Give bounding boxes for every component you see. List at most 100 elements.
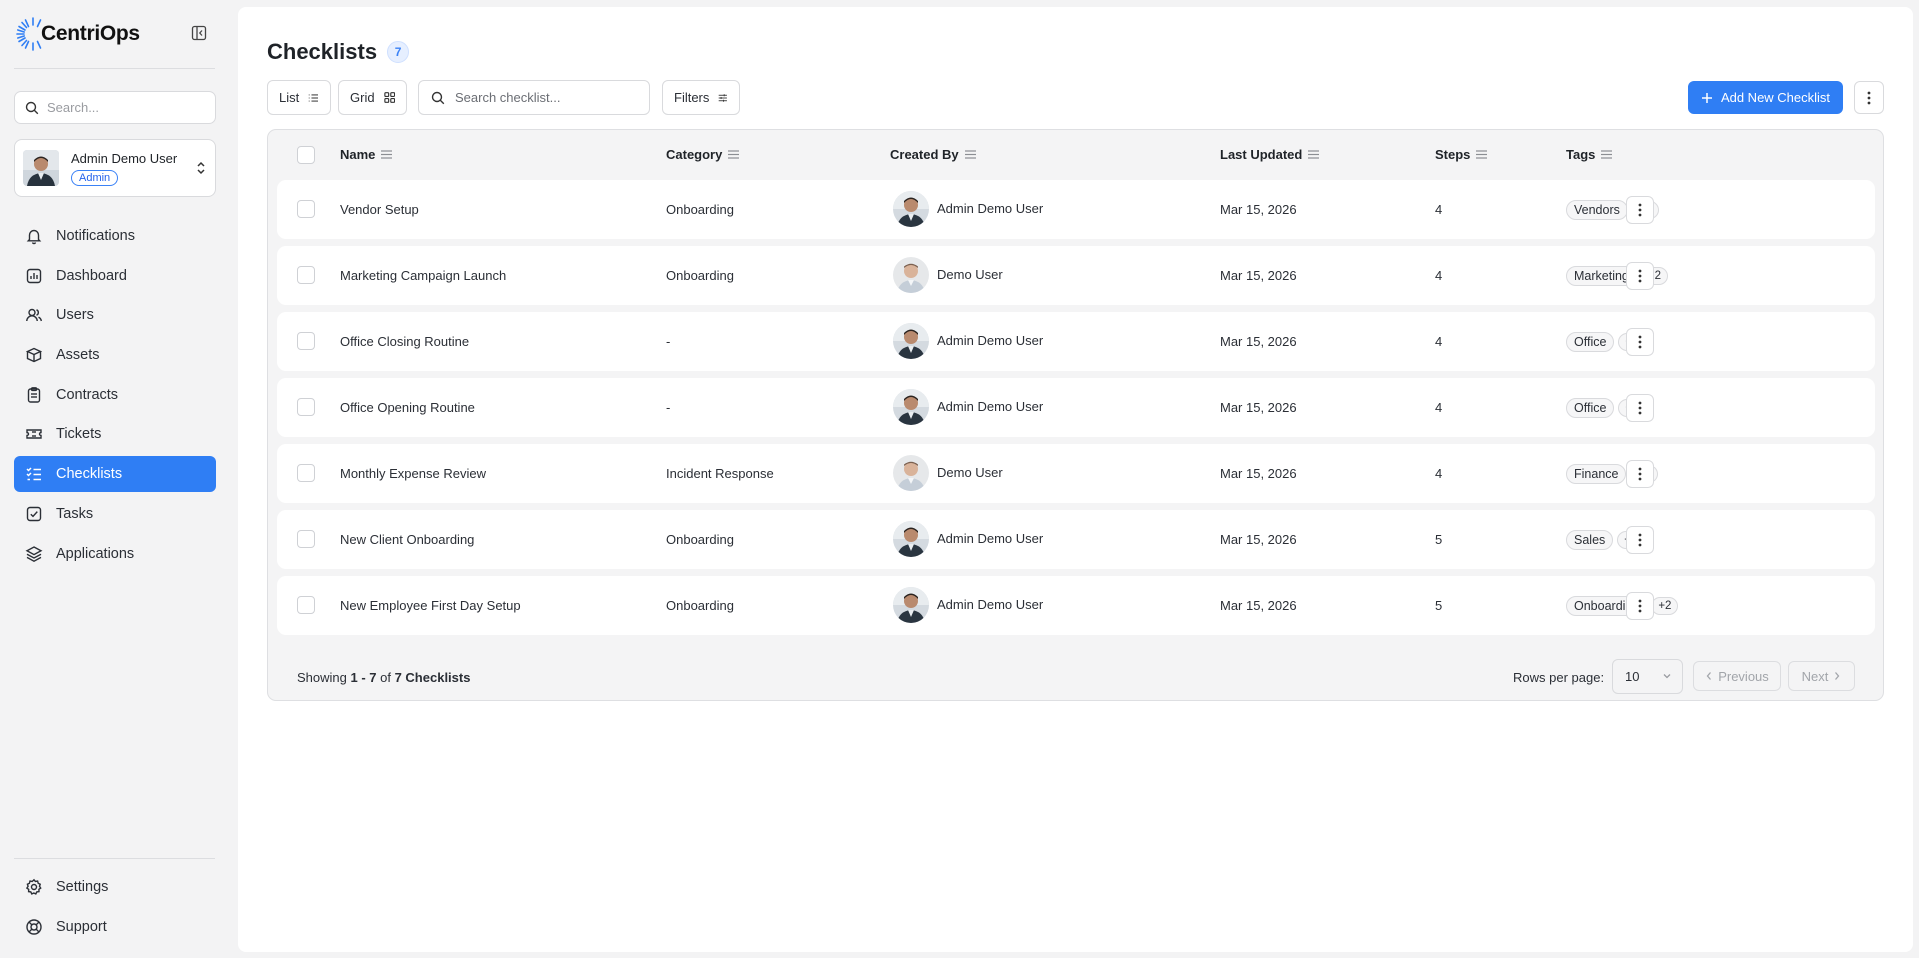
sidebar-item-label: Tickets (56, 426, 102, 443)
page-more-options-button[interactable] (1854, 81, 1884, 114)
sidebar-item-contracts[interactable]: Contracts (14, 377, 216, 413)
sidebar-item-notifications[interactable]: Notifications (14, 218, 216, 254)
row-more-options-button[interactable] (1626, 196, 1654, 224)
chart-icon (26, 268, 42, 283)
sidebar-collapse-button[interactable] (190, 24, 208, 42)
user-switcher[interactable]: Admin Demo User Admin (14, 139, 216, 197)
column-header-category[interactable]: Category (666, 147, 740, 162)
sidebar-item-dashboard[interactable]: Dashboard (14, 258, 216, 294)
sidebar-item-applications[interactable]: Applications (14, 536, 216, 572)
row-more-options-button[interactable] (1626, 394, 1654, 422)
rows-per-page-select[interactable]: 10 (1612, 659, 1683, 694)
sidebar-item-label: Notifications (56, 228, 135, 244)
cell-last-updated: Mar 15, 2026 (1220, 400, 1297, 415)
users-icon (26, 309, 42, 322)
row-checkbox[interactable] (297, 332, 315, 350)
column-header-last-updated[interactable]: Last Updated (1220, 147, 1320, 162)
more-vertical-icon (1638, 335, 1642, 349)
plus-icon (1701, 92, 1712, 103)
table-row[interactable]: Marketing Campaign Launch Onboarding Demo … (277, 246, 1875, 305)
checklist-search[interactable] (418, 80, 650, 115)
menu-lines-icon[interactable] (1601, 150, 1613, 159)
more-vertical-icon (1638, 599, 1642, 613)
sidebar-item-support[interactable]: Support (14, 909, 216, 945)
view-list-button[interactable]: List (267, 80, 331, 115)
creator-avatar (893, 586, 929, 623)
cell-last-updated: Mar 15, 2026 (1220, 202, 1297, 217)
sidebar-bottom-nav: Settings Support (14, 869, 216, 948)
cell-name[interactable]: Office Opening Routine (340, 378, 475, 437)
grid-icon (383, 92, 395, 103)
sidebar-item-tickets[interactable]: Tickets (14, 416, 216, 452)
row-checkbox[interactable] (297, 464, 315, 482)
add-new-checklist-button[interactable]: Add New Checklist (1688, 81, 1843, 114)
checklist-search-input[interactable] (455, 90, 635, 105)
row-more-options-button[interactable] (1626, 328, 1654, 356)
user-avatar (23, 150, 59, 186)
sliders-icon (719, 93, 728, 102)
cell-name[interactable]: Office Closing Routine (340, 312, 469, 371)
sidebar-item-tasks[interactable]: Tasks (14, 496, 216, 532)
checklist-count-badge: 7 (387, 41, 410, 63)
cell-name[interactable]: Marketing Campaign Launch (340, 246, 506, 305)
cell-name[interactable]: Vendor Setup (340, 180, 419, 239)
previous-page-button[interactable]: Previous (1693, 661, 1781, 691)
table-row[interactable]: Monthly Expense Review Incident Response D… (277, 444, 1875, 503)
column-header-steps[interactable]: Steps (1435, 147, 1488, 162)
view-list-label: List (279, 90, 300, 105)
summary-range: 1 - 7 (350, 670, 377, 685)
sidebar-search[interactable] (14, 91, 216, 124)
cell-name[interactable]: New Client Onboarding (340, 510, 474, 569)
row-checkbox[interactable] (297, 266, 315, 284)
sidebar-divider-top (14, 68, 215, 69)
view-grid-button[interactable]: Grid (338, 80, 407, 115)
lifebuoy-icon (26, 918, 42, 935)
search-icon (431, 91, 445, 104)
sidebar-item-label: Settings (56, 879, 109, 895)
row-more-options-button[interactable] (1626, 460, 1654, 488)
row-checkbox[interactable] (297, 200, 315, 218)
more-vertical-icon (1638, 533, 1642, 547)
sidebar-item-checklists[interactable]: Checklists (14, 456, 216, 493)
row-more-options-button[interactable] (1626, 526, 1654, 554)
menu-lines-icon[interactable] (381, 150, 393, 159)
sidebar-item-users[interactable]: Users (14, 297, 216, 333)
menu-lines-icon[interactable] (1308, 150, 1320, 159)
menu-lines-icon[interactable] (728, 150, 740, 159)
table-row[interactable]: Office Opening Routine - Admin Demo User Ma… (277, 378, 1875, 437)
filters-button[interactable]: Filters (662, 80, 740, 115)
sidebar-search-input[interactable] (47, 100, 197, 115)
table-row[interactable]: Vendor Setup Onboarding Admin Demo User Mar… (277, 180, 1875, 239)
sidebar-item-assets[interactable]: Assets (14, 337, 216, 373)
column-label: Created By (890, 147, 959, 162)
sidebar-item-settings[interactable]: Settings (14, 869, 216, 905)
tag-more-badge[interactable]: +2 (1651, 596, 1679, 615)
cell-name[interactable]: New Employee First Day Setup (340, 576, 521, 635)
bell-icon (26, 229, 42, 245)
table-row[interactable]: New Client Onboarding Onboarding Admin Dem… (277, 510, 1875, 569)
menu-lines-icon[interactable] (964, 150, 976, 159)
column-header-created-by[interactable]: Created By (890, 147, 976, 162)
more-vertical-icon (1638, 269, 1642, 283)
cell-last-updated: Mar 15, 2026 (1220, 268, 1297, 283)
row-checkbox[interactable] (297, 596, 315, 614)
row-checkbox[interactable] (297, 398, 315, 416)
select-all-checkbox[interactable] (297, 146, 315, 164)
column-label: Category (666, 147, 723, 162)
row-more-options-button[interactable] (1626, 592, 1654, 620)
sidebar-item-label: Users (56, 307, 94, 324)
column-header-tags[interactable]: Tags (1566, 147, 1613, 162)
main-panel: Checklists 7 List Grid Filters Add New C… (238, 7, 1913, 952)
row-more-options-button[interactable] (1626, 262, 1654, 290)
cell-steps: 4 (1435, 334, 1443, 349)
table-row[interactable]: Office Closing Routine - Admin Demo User Ma… (277, 312, 1875, 371)
cell-name[interactable]: Monthly Expense Review (340, 444, 486, 503)
column-header-name[interactable]: Name (340, 147, 393, 162)
row-checkbox[interactable] (297, 530, 315, 548)
menu-lines-icon[interactable] (1476, 150, 1488, 159)
search-icon (25, 101, 39, 114)
table-row[interactable]: New Employee First Day Setup Onboarding Ad… (277, 576, 1875, 635)
next-page-button[interactable]: Next (1788, 661, 1855, 691)
creator-avatar (893, 322, 929, 359)
view-grid-label: Grid (350, 90, 375, 105)
